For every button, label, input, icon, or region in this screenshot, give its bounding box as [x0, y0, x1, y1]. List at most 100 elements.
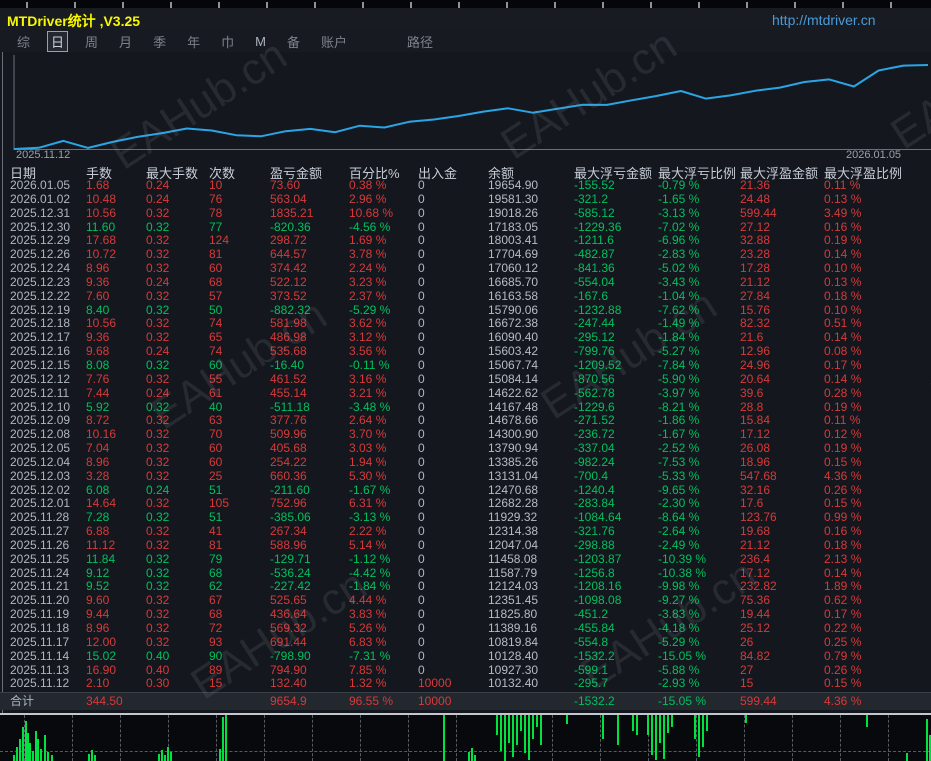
table-cell: 2025.12.31 — [10, 207, 70, 221]
menu-item[interactable]: 巾 — [217, 31, 238, 52]
table-cell: 13790.94 — [488, 442, 538, 456]
menu-item[interactable]: 备 — [283, 31, 304, 52]
table-cell: 569.32 — [270, 622, 307, 636]
table-row[interactable]: 2025.12.057.040.3260405.683.03 %013790.9… — [0, 442, 931, 456]
table-row[interactable]: 2025.11.1415.020.4090-798.90-7.31 %01012… — [0, 650, 931, 664]
table-cell: 2.10 — [86, 677, 109, 691]
table-row[interactable]: 2025.12.227.600.3257373.522.37 %016163.5… — [0, 290, 931, 304]
table-cell: 0.19 % — [824, 234, 861, 248]
table-cell: 0 — [418, 290, 425, 304]
table-row[interactable]: 2025.12.117.440.2461455.143.21 %014622.6… — [0, 387, 931, 401]
table-cell: 12.96 — [740, 345, 770, 359]
table-cell: 76 — [209, 193, 222, 207]
table-row[interactable]: 2025.11.219.520.3262-227.42-1.84 %012124… — [0, 580, 931, 594]
table-row[interactable]: 2025.12.0114.640.32105752.966.31 %012682… — [0, 497, 931, 511]
table-row[interactable]: 2025.12.1810.560.3274581.983.62 %016672.… — [0, 317, 931, 331]
table-row[interactable]: 2025.11.199.440.3268436.643.83 %011825.8… — [0, 608, 931, 622]
table-cell: -1.84 % — [349, 580, 390, 594]
table-row[interactable]: 2026.01.0210.480.2476563.042.96 %019581.… — [0, 193, 931, 207]
vendor-url-link[interactable]: http://mtdriver.cn — [772, 12, 931, 28]
table-row[interactable]: 2025.11.122.100.3015132.401.32 %10000101… — [0, 677, 931, 691]
table-cell: 12124.03 — [488, 580, 538, 594]
table-row[interactable]: 2025.11.2511.840.3279-129.71-1.12 %01145… — [0, 553, 931, 567]
table-cell: -1.84 % — [658, 331, 699, 345]
menu-item[interactable]: M — [251, 33, 270, 50]
table-row[interactable]: 2025.11.2611.120.3281588.965.14 %012047.… — [0, 539, 931, 553]
volume-bar — [504, 715, 506, 761]
table-row[interactable]: 2025.11.287.280.3251-385.06-3.13 %011929… — [0, 511, 931, 525]
table-cell: 10.48 — [86, 193, 116, 207]
menu-item[interactable]: 日 — [47, 31, 68, 52]
table-cell: -562.78 — [574, 387, 615, 401]
table-row[interactable]: 2025.12.098.720.3263377.762.64 %014678.6… — [0, 414, 931, 428]
table-total-row: 合计344.509654.996.55 %10000-1532.2-15.05 … — [0, 692, 931, 710]
table-cell: 0.16 % — [824, 221, 861, 235]
table-row[interactable]: 2025.11.1316.900.4089794.907.85 %010927.… — [0, 664, 931, 678]
table-cell: -4.56 % — [349, 221, 390, 235]
menu-item[interactable]: 账户 — [317, 31, 351, 52]
volume-bar — [468, 752, 470, 761]
table-row[interactable]: 2025.11.249.120.3268-536.24-4.42 %011587… — [0, 567, 931, 581]
table-row[interactable]: 2025.12.158.080.3260-16.40-0.11 %015067.… — [0, 359, 931, 373]
table-cell: 14.64 — [86, 497, 116, 511]
volume-bar — [647, 715, 649, 735]
table-cell: 0.99 % — [824, 511, 861, 525]
table-cell: 0 — [418, 511, 425, 525]
table-row[interactable]: 2025.12.239.360.2468522.123.23 %016685.7… — [0, 276, 931, 290]
table-row[interactable]: 2025.11.1712.000.3293691.446.83 %010819.… — [0, 636, 931, 650]
table-cell: 10132.40 — [488, 677, 538, 691]
menu-item[interactable]: 月 — [115, 31, 136, 52]
table-row[interactable]: 2025.12.033.280.3225660.365.30 %013131.0… — [0, 470, 931, 484]
table-row[interactable]: 2025.12.198.400.3250-882.32-5.29 %015790… — [0, 304, 931, 318]
total-cell: 344.50 — [86, 694, 123, 709]
table-cell: -15.05 % — [658, 650, 706, 664]
menu-item[interactable]: 综 — [13, 31, 34, 52]
table-row[interactable]: 2025.12.179.360.3265486.983.12 %016090.4… — [0, 331, 931, 345]
table-row[interactable]: 2025.12.3110.560.32781835.2110.68 %01901… — [0, 207, 931, 221]
volume-bar — [524, 715, 526, 753]
table-cell: 7.28 — [86, 511, 109, 525]
table-cell: -799.76 — [574, 345, 615, 359]
table-cell: 105 — [209, 497, 229, 511]
table-cell: 17.6 — [740, 497, 763, 511]
table-row[interactable]: 2025.12.048.960.3260254.221.94 %013385.2… — [0, 456, 931, 470]
table-cell: 16163.58 — [488, 290, 538, 304]
table-cell: -599.1 — [574, 664, 608, 678]
menu-item[interactable]: 路径 — [403, 31, 437, 52]
table-cell: 0.32 — [146, 207, 169, 221]
volume-bar — [651, 715, 653, 755]
table-cell: 15603.42 — [488, 345, 538, 359]
table-row[interactable]: 2025.12.105.920.3240-511.18-3.48 %014167… — [0, 401, 931, 415]
table-row[interactable]: 2025.12.127.760.3255461.523.16 %015084.1… — [0, 373, 931, 387]
table-cell: 3.16 % — [349, 373, 386, 387]
table-row[interactable]: 2025.12.026.080.2451-211.60-1.67 %012470… — [0, 484, 931, 498]
table-cell: 525.65 — [270, 594, 307, 608]
table-row[interactable]: 2026.01.051.680.241073.600.38 %019654.90… — [0, 179, 931, 193]
table-cell: 0 — [418, 442, 425, 456]
table-row[interactable]: 2025.11.209.600.3267525.654.44 %012351.4… — [0, 594, 931, 608]
table-cell: 3.56 % — [349, 345, 386, 359]
table-cell: 0.11 % — [824, 179, 860, 193]
table-row[interactable]: 2025.12.169.680.2474535.683.56 %015603.4… — [0, 345, 931, 359]
table-cell: 0 — [418, 484, 425, 498]
table-row[interactable]: 2025.11.188.960.3272569.325.26 %011389.1… — [0, 622, 931, 636]
table-row[interactable]: 2025.12.3011.600.3277-820.36-4.56 %01718… — [0, 221, 931, 235]
table-row[interactable]: 2025.11.276.880.3241267.342.22 %012314.3… — [0, 525, 931, 539]
table-cell: 1.94 % — [349, 456, 386, 470]
table-cell: -3.13 % — [349, 511, 390, 525]
table-cell: -982.24 — [574, 456, 615, 470]
table-row[interactable]: 2025.12.2610.720.3281644.573.78 %017704.… — [0, 248, 931, 262]
menu-item[interactable]: 年 — [183, 31, 204, 52]
table-cell: 15.02 — [86, 650, 116, 664]
table-cell: 23.28 — [740, 248, 770, 262]
table-row[interactable]: 2025.12.0810.160.3270509.963.70 %014300.… — [0, 428, 931, 442]
table-cell: -5.27 % — [658, 345, 699, 359]
table-cell: 2025.11.14 — [10, 650, 69, 664]
table-cell: 8.96 — [86, 622, 109, 636]
menu-item[interactable]: 周 — [81, 31, 102, 52]
menu-item[interactable]: 季 — [149, 31, 170, 52]
table-cell: -236.72 — [574, 428, 615, 442]
table-row[interactable]: 2025.12.2917.680.32124298.721.69 %018003… — [0, 234, 931, 248]
table-row[interactable]: 2025.12.248.960.3260374.422.24 %017060.1… — [0, 262, 931, 276]
table-cell: -1.65 % — [658, 193, 699, 207]
